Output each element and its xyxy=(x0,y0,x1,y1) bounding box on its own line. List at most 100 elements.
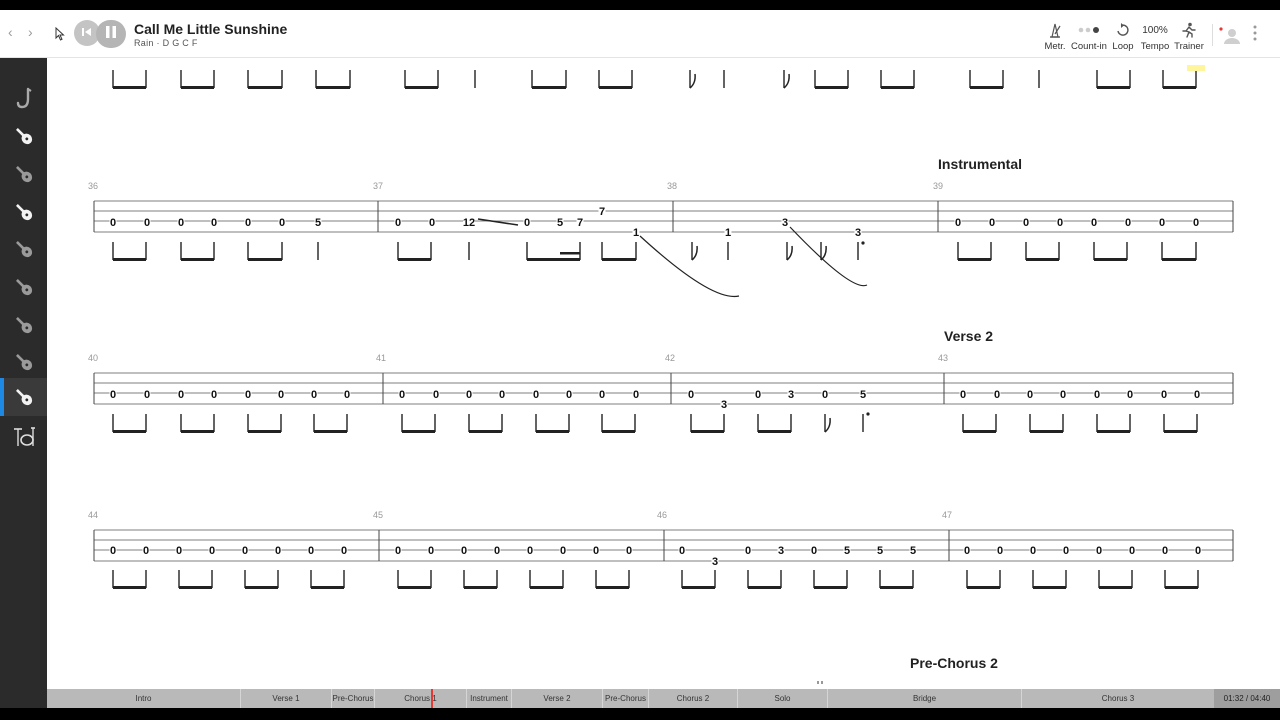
note-beam xyxy=(602,430,635,433)
trainer-button[interactable]: Trainer xyxy=(1173,20,1205,52)
fret-number: 5 xyxy=(844,545,850,557)
fret-number: 5 xyxy=(315,217,321,229)
tempo-label: Tempo xyxy=(1140,41,1170,52)
fret-number: 0 xyxy=(1091,217,1097,229)
fret-number: 0 xyxy=(211,217,217,229)
fret-number: 0 xyxy=(626,545,632,557)
fret-number: 0 xyxy=(1023,217,1029,229)
track-button[interactable] xyxy=(0,343,47,381)
note-beam xyxy=(880,586,913,589)
tie-arc xyxy=(639,235,740,298)
guitar-icon xyxy=(13,201,35,223)
fret-number: 0 xyxy=(560,545,566,557)
fret-number: 3 xyxy=(778,545,784,557)
note-beam xyxy=(1097,86,1130,89)
note-beam xyxy=(469,430,502,433)
fret-number: 3 xyxy=(782,217,788,229)
fret-number: 5 xyxy=(877,545,883,557)
fret-number: 0 xyxy=(144,217,150,229)
count-in-button[interactable]: Count-in xyxy=(1070,20,1108,52)
bass-guitar-icon xyxy=(13,386,35,408)
track-button[interactable] xyxy=(0,418,47,456)
fret-number: 0 xyxy=(527,545,533,557)
note-beam xyxy=(1164,430,1197,433)
fret-number: 0 xyxy=(308,545,314,557)
drums-icon xyxy=(12,426,36,448)
more-menu-icon[interactable] xyxy=(1252,24,1258,47)
note-beam xyxy=(1165,586,1198,589)
timeline-section[interactable]: Verse 2 xyxy=(511,689,602,708)
pause-button[interactable] xyxy=(96,20,126,48)
timeline-section[interactable]: Bridge xyxy=(827,689,1021,708)
fret-number: 0 xyxy=(1096,545,1102,557)
timeline-section[interactable]: Chorus 2 xyxy=(648,689,737,708)
timeline-section[interactable]: Verse 1 xyxy=(240,689,331,708)
note-beam xyxy=(181,430,214,433)
measure-number: 37 xyxy=(373,181,383,191)
note-beam xyxy=(181,258,214,261)
fret-number: 0 xyxy=(245,217,251,229)
song-title: Call Me Little Sunshine xyxy=(134,21,288,37)
note-beam xyxy=(316,86,350,89)
note-beam xyxy=(602,258,636,261)
metronome-label: Metr. xyxy=(1044,41,1066,52)
track-button[interactable] xyxy=(0,230,47,268)
forward-button[interactable]: › xyxy=(28,24,33,40)
fret-number: 0 xyxy=(110,389,116,401)
note-beam xyxy=(691,430,724,433)
timeline-section[interactable]: Intro xyxy=(47,689,240,708)
fret-number: 0 xyxy=(1129,545,1135,557)
fret-number: 0 xyxy=(1195,545,1201,557)
timeline-section[interactable]: Solo xyxy=(737,689,827,708)
timeline-section[interactable]: Instrument xyxy=(466,689,511,708)
track-button[interactable] xyxy=(0,155,47,193)
header-divider xyxy=(1212,24,1213,46)
trainer-icon xyxy=(1173,20,1205,40)
fret-number: 0 xyxy=(811,545,817,557)
measure-number: 45 xyxy=(373,510,383,520)
top-bar xyxy=(0,0,1280,10)
track-button[interactable] xyxy=(0,306,47,344)
track-button[interactable] xyxy=(0,79,47,117)
tempo-button[interactable]: 100% Tempo xyxy=(1139,20,1171,53)
timeline-playhead[interactable] xyxy=(431,689,433,708)
fret-number: 3 xyxy=(721,399,727,411)
timeline-section[interactable]: Chorus 1 xyxy=(374,689,466,708)
back-button[interactable]: ‹ xyxy=(8,24,13,40)
fret-number: 0 xyxy=(110,217,116,229)
fret-number: 0 xyxy=(989,217,995,229)
tablature-score[interactable]: 36 37 38 39 0 0 0 0 0 0 5 0 0 12 0 5 7 7 1 1 3 3 0 0 0 0 0 0 0 0 40 41 4… xyxy=(47,58,1280,689)
track-button[interactable] xyxy=(0,193,47,231)
fret-number: 0 xyxy=(176,545,182,557)
fret-number: 0 xyxy=(494,545,500,557)
fret-number: 0 xyxy=(599,389,605,401)
note-beam xyxy=(1163,86,1196,89)
note-beam xyxy=(398,258,431,261)
fret-number: 0 xyxy=(960,389,966,401)
note-beam xyxy=(248,258,282,261)
track-button[interactable] xyxy=(0,117,47,155)
fret-number: 0 xyxy=(341,545,347,557)
metronome-button[interactable]: Metr. xyxy=(1040,20,1070,52)
track-sidebar xyxy=(0,58,47,708)
dot xyxy=(861,241,865,245)
timeline-section[interactable]: Pre-Chorus xyxy=(602,689,648,708)
loop-button[interactable]: Loop xyxy=(1110,20,1136,52)
fret-number: 0 xyxy=(745,545,751,557)
section-marker-pre-chorus-2: Pre-Chorus 2 xyxy=(910,655,998,671)
track-button[interactable] xyxy=(0,378,47,416)
fret-number: 0 xyxy=(143,545,149,557)
fret-number: 5 xyxy=(910,545,916,557)
track-button[interactable] xyxy=(0,268,47,306)
timeline-section[interactable]: Chorus 3 xyxy=(1021,689,1214,708)
fret-number: 0 xyxy=(593,545,599,557)
timeline-section[interactable]: Pre-Chorus xyxy=(331,689,374,708)
fret-number: 0 xyxy=(524,217,530,229)
note-flag xyxy=(786,245,793,261)
user-avatar-icon[interactable] xyxy=(1218,26,1240,49)
song-timeline[interactable]: Intro Verse 1 Pre-Chorus Chorus 1 Instrument… xyxy=(47,689,1280,708)
saxophone-icon xyxy=(13,87,35,109)
section-marker-verse-2: Verse 2 xyxy=(944,328,994,344)
note-beam xyxy=(402,430,435,433)
fret-number: 0 xyxy=(1162,545,1168,557)
